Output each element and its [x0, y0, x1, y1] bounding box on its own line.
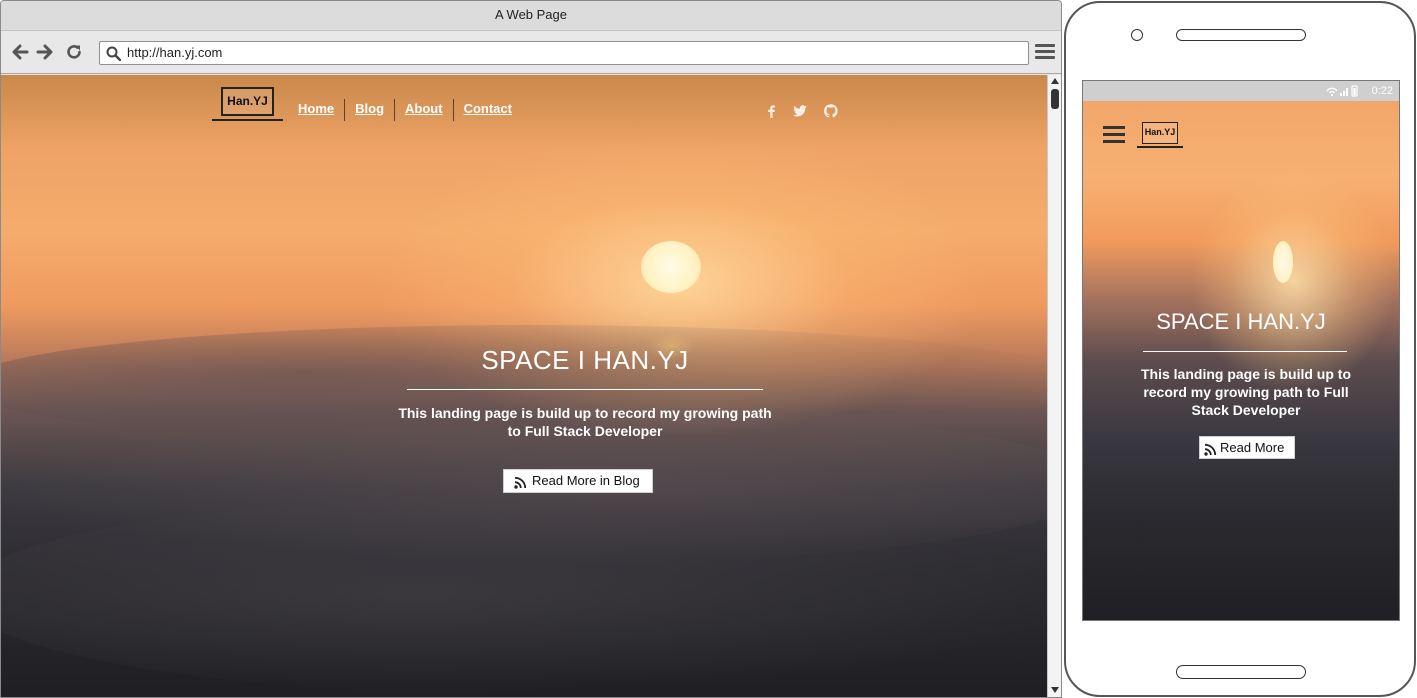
twitter-icon[interactable] [792, 103, 808, 119]
search-icon [106, 46, 122, 66]
signal-battery-icon [1326, 85, 1358, 97]
wave-image [1, 495, 1047, 695]
phone-home-button[interactable] [1176, 665, 1306, 679]
hero-description: This landing page is build up to record … [397, 404, 773, 440]
nav-contact[interactable]: Contact [452, 99, 522, 121]
main-nav: Home Blog About Contact [297, 99, 522, 121]
sun-image [641, 241, 701, 293]
back-arrow-icon[interactable] [10, 42, 30, 62]
mobile-status-bar: 0:22 [1083, 81, 1399, 101]
reload-icon[interactable] [64, 42, 84, 62]
site-logo[interactable]: Han.YJ [212, 85, 283, 123]
nav-about[interactable]: About [394, 99, 453, 121]
sky-glow [1193, 171, 1393, 391]
mobile-hero-divider [1143, 351, 1347, 352]
sun-image [1273, 241, 1293, 283]
hero-description-highlight: Full Stack Developer [524, 423, 663, 439]
page-viewport: Han.YJ Home Blog About Contact SPACE I H… [1, 75, 1047, 697]
mobile-site-logo[interactable]: Han.YJ [1137, 121, 1183, 149]
mobile-screen: 0:22 Han.YJ SPACE I HAN.YJ This landing … [1082, 80, 1400, 621]
mobile-device-frame: 0:22 Han.YJ SPACE I HAN.YJ This landing … [1064, 1, 1416, 697]
mobile-read-more-button[interactable]: Read More [1199, 436, 1295, 459]
nav-blog[interactable]: Blog [344, 99, 394, 121]
logo-laptop-base [212, 119, 283, 121]
phone-camera [1131, 29, 1143, 41]
rss-icon [1204, 441, 1217, 462]
read-more-blog-button[interactable]: Read More in Blog [503, 469, 653, 493]
mobile-hero-title: SPACE I HAN.YJ [1156, 309, 1326, 334]
read-more-blog-label: Read More in Blog [532, 473, 640, 488]
hamburger-menu-icon[interactable] [1103, 126, 1125, 144]
facebook-icon[interactable] [763, 103, 779, 119]
url-text: http://han.yj.com [127, 45, 223, 60]
scroll-down-icon[interactable] [1051, 687, 1059, 693]
browser-toolbar: http://han.yj.com [1, 31, 1061, 74]
menu-icon[interactable] [1035, 44, 1055, 62]
hero-title: SPACE I HAN.YJ [481, 345, 689, 375]
address-bar[interactable]: http://han.yj.com [99, 41, 1029, 65]
logo-text: Han.YJ [221, 87, 274, 116]
logo-laptop-base [1137, 146, 1183, 148]
window-title: A Web Page [1, 1, 1061, 31]
vertical-scrollbar[interactable] [1047, 75, 1061, 697]
nav-home[interactable]: Home [297, 99, 344, 121]
mobile-read-more-label: Read More [1220, 440, 1285, 455]
scroll-up-icon[interactable] [1051, 78, 1059, 84]
scroll-thumb[interactable] [1051, 89, 1059, 109]
browser-window: A Web Page http://han.yj.com Han.YJ Home… [0, 0, 1062, 698]
status-time: 0:22 [1371, 85, 1393, 97]
github-icon[interactable] [823, 103, 839, 119]
mobile-hero-description: This landing page is build up to record … [1133, 365, 1359, 419]
hero-divider [407, 389, 763, 390]
forward-arrow-icon[interactable] [35, 42, 55, 62]
phone-speaker [1176, 29, 1306, 41]
rss-icon [514, 474, 527, 496]
mobile-hero-description-text: This landing page is build up to record … [1141, 366, 1351, 400]
mobile-logo-text: Han.YJ [1142, 122, 1178, 144]
